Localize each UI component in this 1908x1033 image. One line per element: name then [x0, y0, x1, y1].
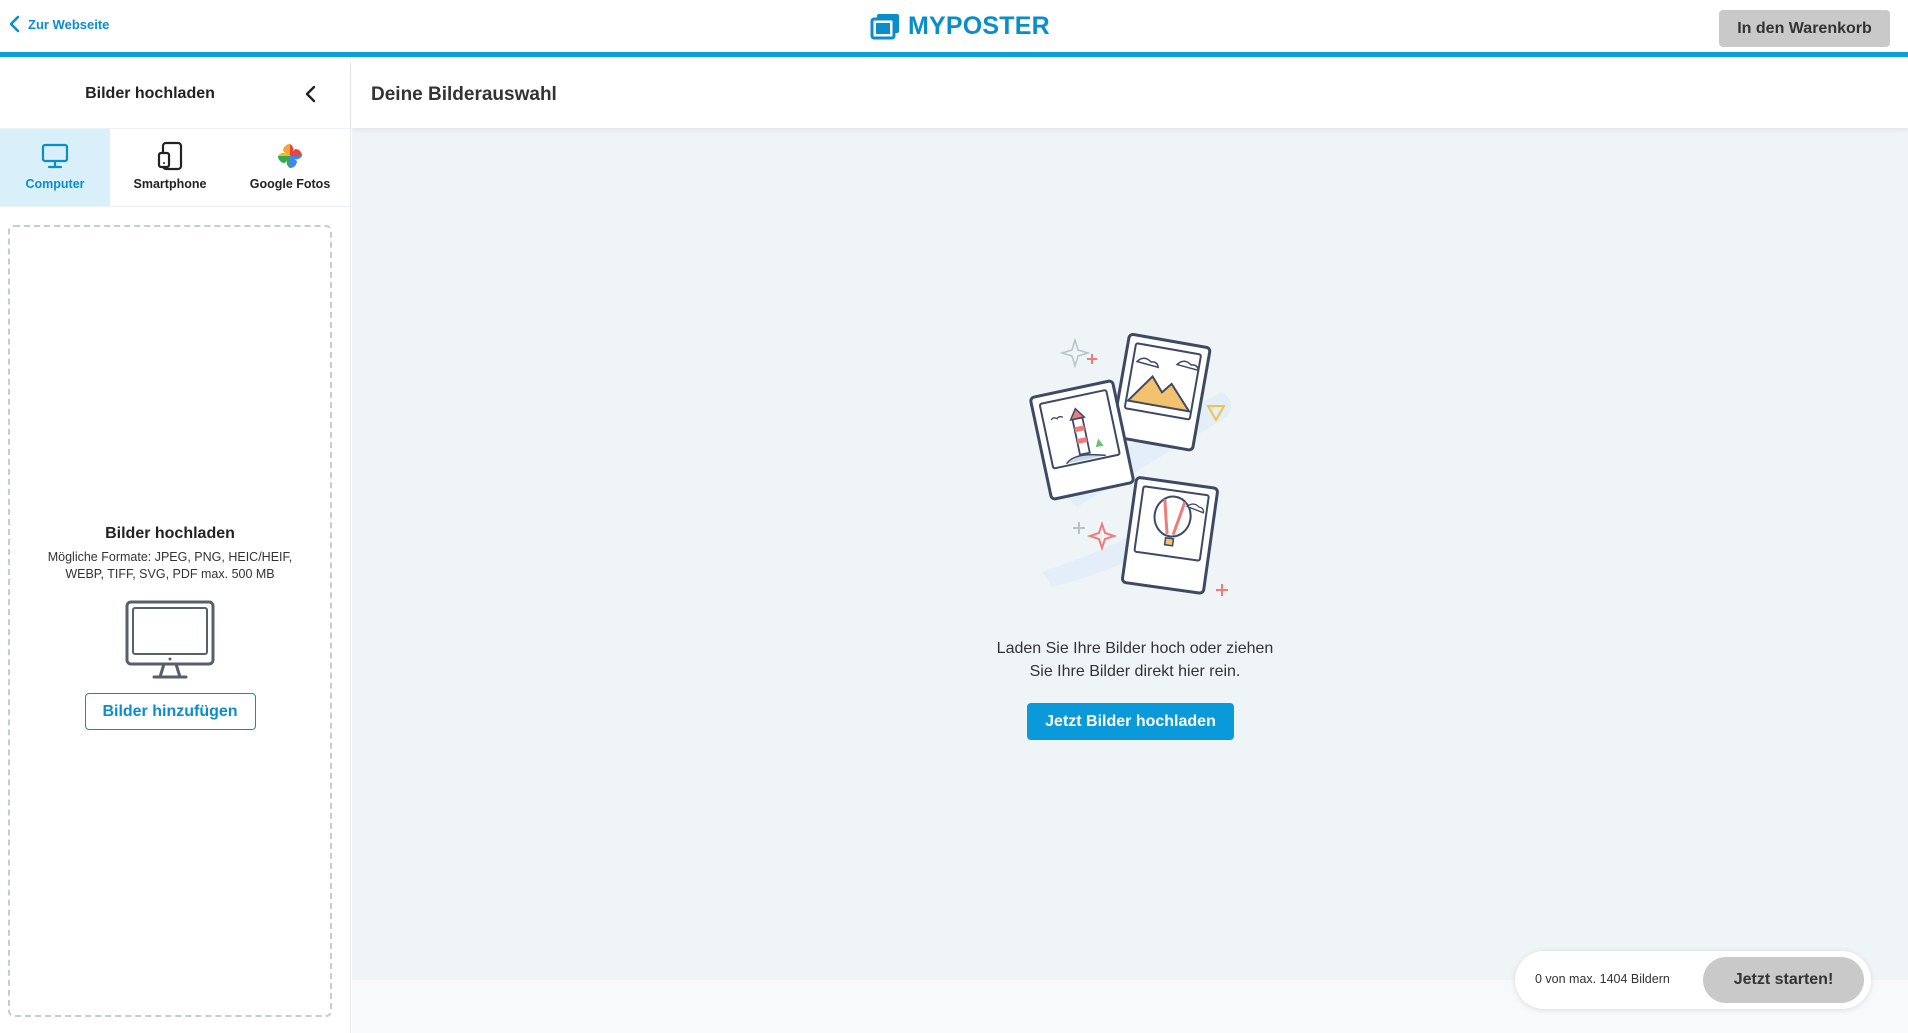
sidebar-header: Bilder hochladen [0, 62, 350, 129]
logo-text: MYPOSTER [908, 11, 1050, 40]
tab-computer[interactable]: Computer [0, 129, 110, 206]
tab-smartphone[interactable]: Smartphone [110, 129, 230, 206]
collapse-sidebar-button[interactable] [300, 82, 322, 106]
page-title: Deine Bilderauswahl [371, 84, 557, 105]
chevron-left-icon [9, 15, 20, 33]
polaroid-photos-illustration-icon [1022, 332, 1252, 612]
empty-state-line-2: Sie Ihre Bilder direkt hier rein. [1029, 663, 1241, 680]
chevron-left-icon [305, 85, 316, 103]
smartphone-icon [155, 141, 185, 171]
supported-formats-text: Mögliche Formate: JPEG, PNG, HEIC/HEIF, … [47, 550, 293, 581]
monitor-illustration-icon [124, 599, 216, 681]
main-header: Deine Bilderauswahl [352, 62, 1908, 128]
image-selection-area: Deine Bilderauswahl Laden Sie Ihre Bilde… [352, 62, 1908, 1033]
start-now-button[interactable]: Jetzt starten! [1703, 957, 1864, 1003]
tab-computer-label: Computer [25, 177, 85, 191]
upload-source-tabs: Computer Smartphone Google Fotos [0, 129, 350, 207]
empty-state-line-1: Laden Sie Ihre Bilder hoch oder ziehen [996, 640, 1274, 657]
tab-google-photos-label: Google Fotos [249, 177, 331, 191]
dropzone-title: Bilder hochladen [105, 525, 235, 542]
add-to-cart-button[interactable]: In den Warenkorb [1719, 10, 1890, 47]
tab-smartphone-label: Smartphone [133, 177, 207, 191]
upload-sidebar: Bilder hochladen Computer Smartphone Goo… [0, 62, 351, 1033]
monitor-icon [40, 141, 70, 171]
myposter-logo[interactable]: MYPOSTER [867, 11, 1050, 41]
tab-google-photos[interactable]: Google Fotos [230, 129, 350, 206]
image-counter-bar: 0 von max. 1404 Bildern Jetzt starten! [1515, 951, 1871, 1009]
dropzone-content: Bilder hochladen Mögliche Formate: JPEG,… [10, 525, 330, 730]
back-to-website-link[interactable]: Zur Webseite [8, 15, 109, 33]
top-bar: Zur Webseite MYPOSTER In den Warenkorb [0, 0, 1908, 57]
back-link-label: Zur Webseite [28, 16, 110, 32]
add-images-button[interactable]: Bilder hinzufügen [84, 693, 256, 730]
upload-images-button[interactable]: Jetzt Bilder hochladen [1027, 703, 1234, 740]
image-count-text: 0 von max. 1404 Bildern [1535, 972, 1670, 986]
file-dropzone[interactable]: Bilder hochladen Mögliche Formate: JPEG,… [8, 225, 332, 1017]
sidebar-title: Bilder hochladen [85, 85, 215, 102]
google-photos-icon [275, 141, 305, 171]
logo-icon [870, 14, 899, 40]
empty-state-text: Laden Sie Ihre Bilder hoch oder ziehen S… [960, 637, 1310, 683]
